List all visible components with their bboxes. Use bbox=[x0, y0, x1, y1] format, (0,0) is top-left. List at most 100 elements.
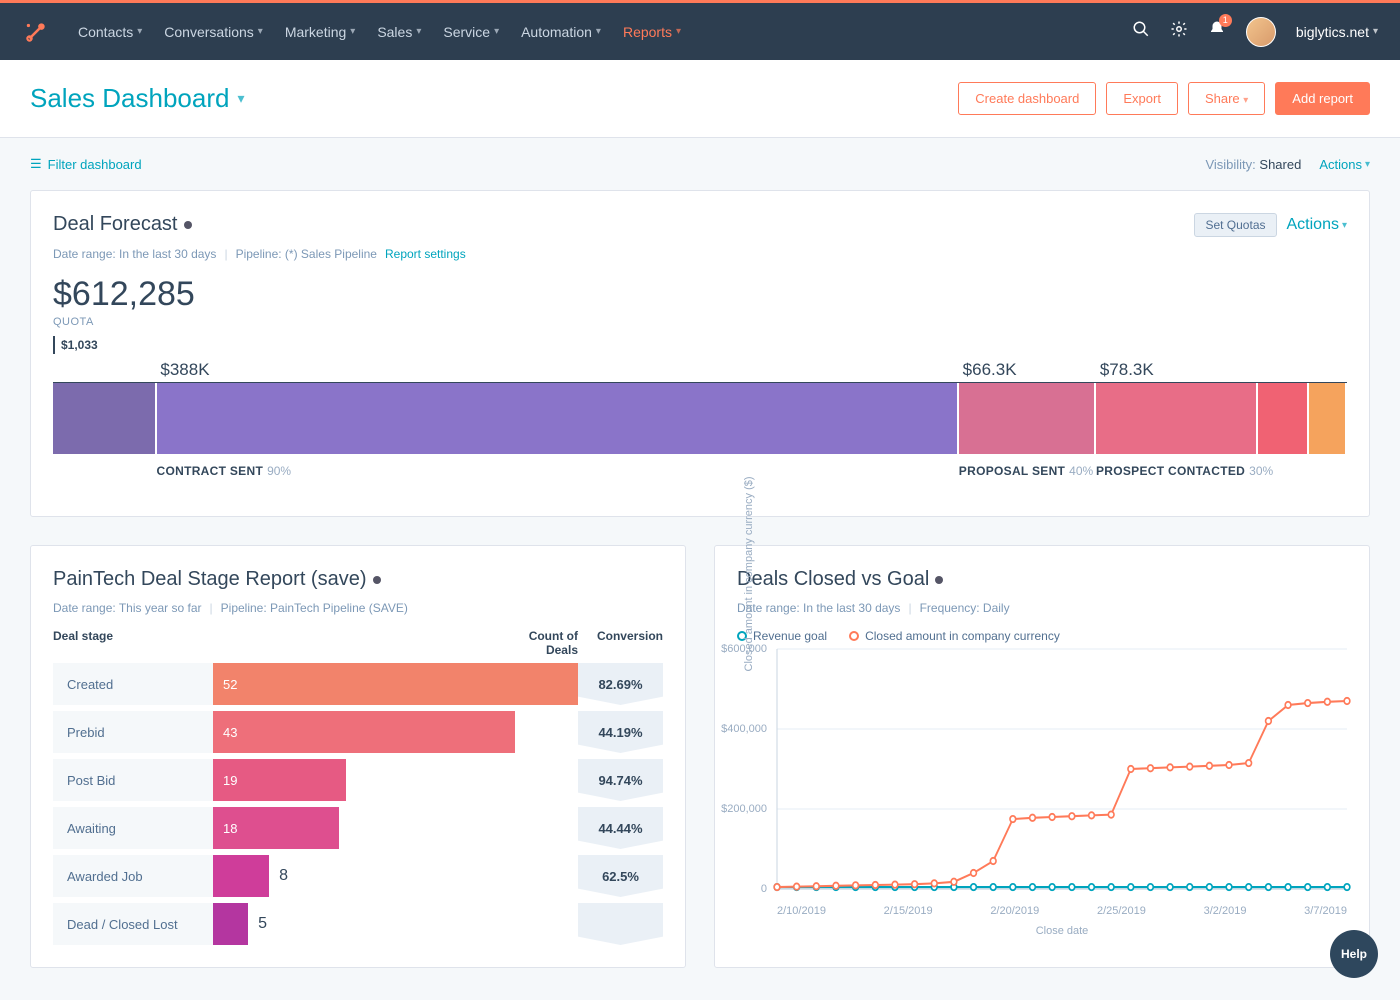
funnel-row: Dead / Closed Lost5 bbox=[53, 903, 663, 945]
dashboard-actions-dropdown[interactable]: Actions ▾ bbox=[1319, 157, 1370, 172]
help-fab-button[interactable]: Help bbox=[1330, 930, 1378, 978]
search-icon[interactable] bbox=[1132, 20, 1150, 43]
y-tick: $400,000 bbox=[721, 723, 767, 735]
chevron-down-icon: ▾ bbox=[494, 26, 499, 37]
funnel-conversion-value: 44.44% bbox=[578, 807, 663, 849]
funnel-conversion-value: 94.74% bbox=[578, 759, 663, 801]
x-tick: 3/7/2019 bbox=[1304, 905, 1347, 917]
funnel-row: Created5282.69% bbox=[53, 663, 663, 705]
funnel-stage-label: Dead / Closed Lost bbox=[53, 903, 213, 945]
legend-item[interactable]: Closed amount in company currency bbox=[849, 629, 1060, 643]
chevron-down-icon: ▾ bbox=[416, 26, 421, 37]
card-actions-dropdown[interactable]: Actions ▾ bbox=[1287, 216, 1348, 234]
forecast-segment-labels: CONTRACT SENT90%PROPOSAL SENT40%PROSPECT… bbox=[53, 464, 1347, 494]
nav-item-conversations[interactable]: Conversations ▾ bbox=[164, 24, 263, 40]
info-icon[interactable] bbox=[184, 221, 192, 229]
x-tick: 2/25/2019 bbox=[1097, 905, 1146, 917]
chart-legend: Revenue goalClosed amount in company cur… bbox=[737, 629, 1347, 643]
export-button[interactable]: Export bbox=[1106, 82, 1178, 115]
nav-item-marketing[interactable]: Marketing ▾ bbox=[285, 24, 356, 40]
funnel-bar: 52 bbox=[213, 663, 578, 705]
org-switcher[interactable]: biglytics.net ▾ bbox=[1296, 24, 1378, 40]
chevron-down-icon: ▾ bbox=[676, 26, 681, 37]
funnel-row: Awaiting1844.44% bbox=[53, 807, 663, 849]
funnel-bar: 19 bbox=[213, 759, 578, 801]
funnel-bar: 5 bbox=[213, 903, 578, 945]
funnel-bar: 18 bbox=[213, 807, 578, 849]
dashboard-title-dropdown[interactable]: Sales Dashboard ▾ bbox=[30, 83, 245, 114]
deal-stage-report-card: PainTech Deal Stage Report (save) Date r… bbox=[30, 545, 686, 968]
chevron-down-icon: ▾ bbox=[237, 90, 244, 107]
nav-item-label: Marketing bbox=[285, 24, 346, 40]
card-title: Deal Forecast bbox=[53, 213, 192, 236]
funnel-conversion-value bbox=[578, 903, 663, 945]
notification-count-badge: 1 bbox=[1219, 14, 1232, 27]
chevron-down-icon: ▾ bbox=[258, 26, 263, 37]
info-icon[interactable] bbox=[373, 576, 381, 584]
filter-icon: ☰ bbox=[30, 156, 42, 172]
nav-item-service[interactable]: Service ▾ bbox=[443, 24, 499, 40]
nav-item-label: Conversations bbox=[164, 24, 254, 40]
chevron-down-icon: ▾ bbox=[1365, 159, 1370, 170]
create-dashboard-button[interactable]: Create dashboard bbox=[958, 82, 1096, 115]
funnel-stage-label: Created bbox=[53, 663, 213, 705]
y-tick: $200,000 bbox=[721, 803, 767, 815]
actions-label: Actions bbox=[1319, 157, 1362, 172]
add-report-button[interactable]: Add report bbox=[1275, 82, 1370, 115]
funnel-bar: 8 bbox=[213, 855, 578, 897]
nav-item-label: Contacts bbox=[78, 24, 133, 40]
funnel-stage-label: Post Bid bbox=[53, 759, 213, 801]
filter-dashboard-link[interactable]: ☰ Filter dashboard bbox=[30, 156, 142, 172]
settings-gear-icon[interactable] bbox=[1170, 20, 1188, 43]
nav-item-contacts[interactable]: Contacts ▾ bbox=[78, 24, 142, 40]
page-subheader: Sales Dashboard ▾ Create dashboard Expor… bbox=[0, 60, 1400, 138]
funnel-header-row: Deal stageCount of DealsConversion bbox=[53, 629, 663, 657]
page-title-text: Sales Dashboard bbox=[30, 83, 229, 114]
deals-closed-vs-goal-card: Deals Closed vs Goal Date range: In the … bbox=[714, 545, 1370, 968]
forecast-total-value: $612,285 bbox=[53, 275, 1347, 314]
info-icon[interactable] bbox=[935, 576, 943, 584]
nav-item-label: Reports bbox=[623, 24, 672, 40]
chevron-down-icon: ▾ bbox=[350, 26, 355, 37]
forecast-stacked-bar: $388K$66.3K$78.3KCONTRACT SENT90%PROPOSA… bbox=[53, 360, 1347, 494]
share-button[interactable]: Share ▾ bbox=[1188, 82, 1265, 115]
funnel-row: Prebid4344.19% bbox=[53, 711, 663, 753]
nav-item-label: Service bbox=[443, 24, 490, 40]
nav-item-sales[interactable]: Sales ▾ bbox=[377, 24, 421, 40]
x-axis-ticks: 2/10/20192/15/20192/20/20192/25/20193/2/… bbox=[777, 905, 1347, 917]
card-title: PainTech Deal Stage Report (save) bbox=[53, 568, 663, 591]
funnel-conversion-value: 44.19% bbox=[578, 711, 663, 753]
funnel-stage-label: Awarded Job bbox=[53, 855, 213, 897]
funnel-row: Awarded Job862.5% bbox=[53, 855, 663, 897]
visibility-indicator: Visibility: Shared bbox=[1205, 157, 1301, 172]
deal-forecast-card: Deal Forecast Set Quotas Actions ▾ Date … bbox=[30, 190, 1370, 517]
chevron-down-icon: ▾ bbox=[137, 26, 142, 37]
org-name-label: biglytics.net bbox=[1296, 24, 1369, 40]
funnel-stage-label: Awaiting bbox=[53, 807, 213, 849]
main-nav: Contacts▾Conversations▾Marketing▾Sales▾S… bbox=[78, 24, 1132, 40]
share-button-label: Share bbox=[1205, 91, 1240, 106]
y-tick: $600,000 bbox=[721, 643, 767, 655]
funnel-stage-label: Prebid bbox=[53, 711, 213, 753]
card-title: Deals Closed vs Goal bbox=[737, 568, 1347, 591]
chevron-down-icon: ▾ bbox=[1373, 26, 1378, 37]
hubspot-logo-icon[interactable] bbox=[22, 18, 50, 46]
user-avatar[interactable] bbox=[1246, 17, 1276, 47]
report-settings-link[interactable]: Report settings bbox=[385, 247, 466, 261]
nav-item-automation[interactable]: Automation▾ bbox=[521, 24, 601, 40]
notifications-bell-icon[interactable]: 1 bbox=[1208, 20, 1226, 43]
funnel-conversion-value: 62.5% bbox=[578, 855, 663, 897]
forecast-total-sublabel: QUOTA bbox=[53, 316, 1347, 328]
funnel-conversion-value: 82.69% bbox=[578, 663, 663, 705]
x-axis-label: Close date bbox=[1036, 925, 1089, 937]
set-quotas-button[interactable]: Set Quotas bbox=[1194, 213, 1276, 237]
forecast-segment-bar bbox=[53, 382, 1347, 454]
x-tick: 3/2/2019 bbox=[1204, 905, 1247, 917]
chevron-down-icon: ▾ bbox=[596, 26, 601, 37]
nav-item-reports[interactable]: Reports ▾ bbox=[623, 24, 681, 40]
line-chart: Closed amount in company currency ($) 0$… bbox=[777, 649, 1347, 889]
funnel-bar: 43 bbox=[213, 711, 578, 753]
nav-item-label: Sales bbox=[377, 24, 412, 40]
filter-bar: ☰ Filter dashboard Visibility: Shared Ac… bbox=[0, 138, 1400, 190]
card-meta: Date range: In the last 30 days| Pipelin… bbox=[53, 247, 1347, 261]
